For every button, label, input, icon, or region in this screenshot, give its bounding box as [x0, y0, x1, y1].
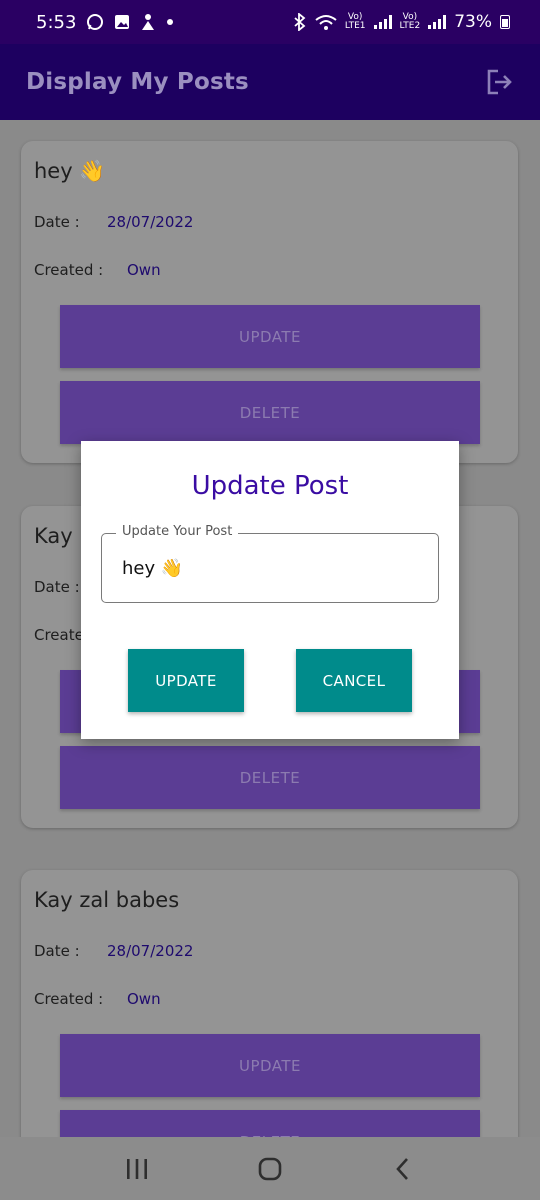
- created-label: Created :: [34, 261, 104, 279]
- date-value: 28/07/2022: [107, 213, 194, 231]
- update-post-field-label: Update Your Post: [116, 524, 239, 539]
- created-label: Create: [34, 626, 84, 644]
- gallery-icon: [115, 15, 130, 29]
- update-post-field[interactable]: Update Your Post hey 👋: [101, 524, 439, 603]
- dialog-cancel-button[interactable]: CANCEL: [296, 649, 412, 712]
- app-notification-icon: [142, 14, 155, 30]
- created-label: Created :: [34, 990, 104, 1008]
- update-post-button[interactable]: UPDATE: [60, 1034, 480, 1097]
- dialog-title: Update Post: [191, 471, 349, 501]
- sim2-indicator: Vo) LTE2: [400, 13, 421, 31]
- date-value: 28/07/2022: [107, 942, 194, 960]
- sim2-sub: LTE2: [399, 21, 421, 31]
- date-label: Date :: [34, 213, 80, 231]
- post-title: Kay zal babes: [34, 888, 180, 912]
- delete-post-button[interactable]: DELETE: [60, 1110, 480, 1137]
- bluetooth-icon: [294, 13, 306, 31]
- date-label: Date :: [34, 578, 80, 596]
- delete-post-button[interactable]: DELETE: [60, 746, 480, 809]
- post-card: hey 👋 Date : 28/07/2022 Created : Own UP…: [21, 141, 518, 463]
- status-bar: 5:53 Vo) LTE1 Vo) LTE2 73%: [0, 0, 540, 44]
- whatsapp-icon: [87, 14, 104, 30]
- app-title: Display My Posts: [26, 69, 249, 95]
- app-bar: Display My Posts: [0, 44, 540, 120]
- created-value: Own: [127, 261, 161, 279]
- home-icon[interactable]: [257, 1157, 283, 1181]
- recent-apps-icon[interactable]: [124, 1157, 150, 1181]
- post-card: Kay zal babes Date : 28/07/2022 Created …: [21, 870, 518, 1137]
- update-post-dialog: Update Post Update Your Post hey 👋 UPDAT…: [81, 441, 459, 739]
- status-time: 5:53: [36, 11, 77, 33]
- delete-post-button[interactable]: DELETE: [60, 381, 480, 444]
- back-icon[interactable]: [390, 1157, 416, 1181]
- signal-bars-2-icon: [428, 15, 447, 29]
- system-nav-bar: [0, 1137, 540, 1200]
- sim1-indicator: Vo) LTE1: [345, 13, 366, 31]
- created-value: Own: [127, 990, 161, 1008]
- logout-icon[interactable]: [484, 67, 514, 97]
- dialog-update-button[interactable]: UPDATE: [128, 649, 244, 712]
- signal-bars-1-icon: [373, 15, 392, 29]
- wifi-icon: [315, 15, 337, 30]
- sim1-sub: LTE1: [344, 21, 366, 31]
- battery-percent: 73%: [454, 12, 492, 32]
- dot-icon: [167, 19, 174, 25]
- update-post-field-value[interactable]: hey 👋: [122, 558, 183, 579]
- battery-icon: [500, 15, 510, 29]
- date-label: Date :: [34, 942, 80, 960]
- post-title: hey 👋: [34, 159, 106, 183]
- update-post-button[interactable]: UPDATE: [60, 305, 480, 368]
